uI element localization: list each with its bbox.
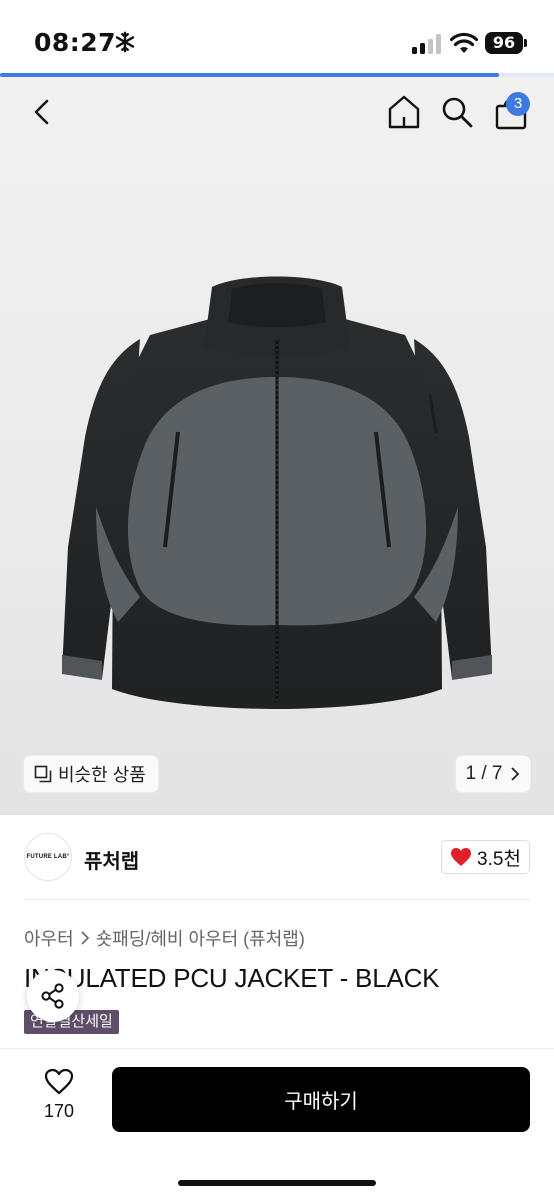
back-arrow-icon[interactable] bbox=[26, 93, 58, 131]
home-icon[interactable] bbox=[386, 93, 422, 131]
cellular-signal-icon bbox=[412, 34, 441, 54]
heart-outline-icon bbox=[44, 1068, 74, 1095]
wishlist-count: 170 bbox=[43, 1101, 75, 1121]
share-icon bbox=[41, 983, 64, 1009]
wifi-icon bbox=[450, 32, 478, 53]
breadcrumb-subcategory[interactable]: 숏패딩/헤비 아우터 (퓨처랩) bbox=[96, 925, 305, 951]
product-title: INSULATED PCU JACKET - BLACK bbox=[24, 963, 440, 993]
status-time: 08:27 bbox=[34, 28, 117, 57]
cart-count-badge: 3 bbox=[506, 92, 530, 116]
status-bar: 08:27 96 bbox=[0, 0, 554, 74]
product-image-gallery[interactable] bbox=[0, 77, 554, 815]
home-indicator bbox=[178, 1180, 376, 1186]
battery-indicator: 96 bbox=[485, 32, 523, 54]
battery-tip bbox=[524, 39, 527, 47]
shop-name[interactable]: 퓨처랩 bbox=[84, 845, 139, 874]
shop-like-count: 3.5천 bbox=[477, 848, 521, 870]
similar-squares-icon bbox=[34, 765, 52, 783]
snowflake-icon bbox=[115, 31, 135, 53]
shop-logo[interactable]: FUTURE LAB° bbox=[24, 833, 72, 881]
similar-products-button[interactable]: 비슷한 상품 bbox=[24, 756, 158, 792]
wishlist-button[interactable]: 170 bbox=[34, 1068, 84, 1128]
image-pager-button[interactable]: 1 / 7 bbox=[456, 756, 530, 792]
heart-filled-icon bbox=[451, 848, 472, 866]
breadcrumb-category[interactable]: 아우터 bbox=[24, 925, 74, 951]
search-icon[interactable] bbox=[440, 94, 474, 130]
chevron-right-icon bbox=[81, 931, 89, 945]
image-pager-count: 1 / 7 bbox=[465, 763, 503, 784]
chevron-right-icon bbox=[511, 767, 520, 781]
product-photo-jacket bbox=[62, 276, 492, 709]
similar-products-label: 비슷한 상품 bbox=[58, 765, 146, 785]
breadcrumb: 아우터 숏패딩/헤비 아우터 (퓨처랩) bbox=[24, 925, 305, 951]
shop-like-button[interactable]: 3.5천 bbox=[441, 840, 530, 874]
section-divider bbox=[24, 899, 530, 900]
buy-button[interactable]: 구매하기 bbox=[112, 1067, 530, 1132]
share-button[interactable] bbox=[27, 970, 79, 1022]
